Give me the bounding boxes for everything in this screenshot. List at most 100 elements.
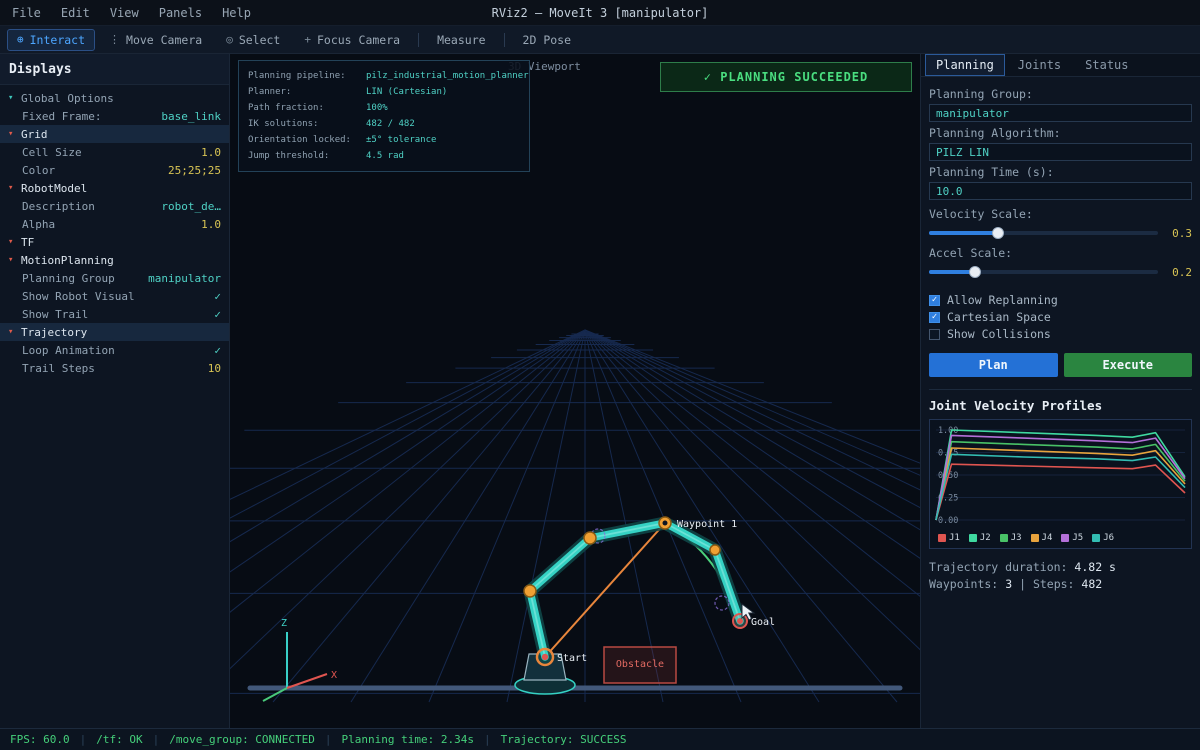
slider-value: 0.3 xyxy=(1172,226,1192,240)
rviz-window: RViz2 — MoveIt 3 [manipulator] File Edit V… xyxy=(0,0,1200,750)
move-camera-icon: ⋮ xyxy=(109,33,121,46)
menu-view[interactable]: View xyxy=(110,6,139,20)
slider-handle[interactable] xyxy=(991,227,1004,239)
checkbox-allow-replanning[interactable]: ✓ Allow Replanning xyxy=(929,292,1192,308)
display-row-tf[interactable]: ▾ TF xyxy=(0,233,229,251)
display-row-robotmodel[interactable]: ▾ RobotModel xyxy=(0,179,229,197)
planning-group-input[interactable] xyxy=(929,104,1192,122)
info-row: IK solutions: 482 / 482 xyxy=(248,116,520,132)
info-value: LIN (Cartesian) xyxy=(366,87,448,97)
joint-1[interactable] xyxy=(523,584,537,598)
checkbox-label: Allow Replanning xyxy=(947,293,1058,307)
menu-edit[interactable]: Edit xyxy=(61,6,90,20)
tool-measure[interactable]: Measure xyxy=(428,30,494,50)
info-row: Path fraction: 100% xyxy=(248,100,520,116)
joint-2[interactable] xyxy=(583,531,597,545)
start-marker-dot xyxy=(541,653,549,661)
display-row-trajectory[interactable]: ▾ Trajectory xyxy=(0,323,229,341)
display-label: Grid xyxy=(21,127,48,141)
legend-label: J4 xyxy=(1041,533,1053,543)
joint-3[interactable] xyxy=(709,544,721,556)
accel-scale-slider[interactable]: 0.2 xyxy=(929,265,1192,279)
display-row-cell-size[interactable]: Cell Size 1.0 xyxy=(0,143,229,161)
display-label: Color xyxy=(22,163,56,177)
velocity-scale-slider[interactable]: 0.3 xyxy=(929,226,1192,240)
info-value: 100% xyxy=(366,103,388,113)
display-row-show-robot-visual[interactable]: Show Robot Visual ✓ xyxy=(0,287,229,305)
menu-file[interactable]: File xyxy=(12,6,41,20)
legend-swatch xyxy=(938,534,946,542)
robot-arm[interactable] xyxy=(526,519,744,661)
info-row: Orientation locked: ±5° tolerance xyxy=(248,132,520,148)
info-label: Planner: xyxy=(248,87,292,97)
checkbox-label: Cartesian Space xyxy=(947,310,1051,324)
chart-title: Joint Velocity Profiles xyxy=(929,398,1103,413)
info-label: Path fraction: xyxy=(248,103,324,113)
display-row-grid[interactable]: ▾ Grid xyxy=(0,125,229,143)
display-row-description[interactable]: Description robot_de… xyxy=(0,197,229,215)
status-bar: FPS: 60.0 | /tf: OK | /move_group: CONNECTED… xyxy=(0,728,1200,750)
tab-planning[interactable]: Planning xyxy=(925,54,1005,76)
display-label: Planning Group xyxy=(22,271,115,285)
tool-label: Move Camera xyxy=(126,32,203,47)
display-row-color[interactable]: Color 25;25;25 xyxy=(0,161,229,179)
tool-2d-pose[interactable]: 2D Pose xyxy=(514,30,580,50)
checkbox-cartesian-space[interactable]: ✓ Cartesian Space xyxy=(929,309,1192,325)
display-row-planning-group[interactable]: Planning Group manipulator xyxy=(0,269,229,287)
expand-arrow[interactable]: ▾ xyxy=(8,237,21,247)
display-row-fixed-frame[interactable]: Fixed Frame: base_link xyxy=(0,107,229,125)
planning-succeeded-banner: ✓ PLANNING SUCCEEDED xyxy=(660,62,912,92)
planning-algorithm-input[interactable] xyxy=(929,143,1192,161)
checkbox-box[interactable]: ✓ xyxy=(929,311,940,323)
checkboxes: ✓ Allow Replanning ✓ Cartesian Space Show Co… xyxy=(929,291,1192,343)
expand-arrow[interactable]: ▾ xyxy=(8,327,21,337)
display-row-trail-steps[interactable]: Trail Steps 10 xyxy=(0,359,229,377)
tool-label: 2D Pose xyxy=(522,32,572,47)
expand-arrow[interactable]: ▾ xyxy=(8,183,21,193)
goal-marker-dot xyxy=(737,618,743,624)
display-value: 1.0 xyxy=(201,145,221,159)
plan-button[interactable]: Plan xyxy=(929,353,1058,377)
display-row-motionplanning[interactable]: ▾ MotionPlanning xyxy=(0,251,229,269)
slider-track[interactable] xyxy=(929,227,1158,239)
legend-label: J3 xyxy=(1010,533,1022,543)
expand-arrow[interactable]: ▾ xyxy=(8,129,21,139)
series-j3 xyxy=(935,440,1186,521)
info-row: Planning pipeline: pilz_industrial_motion… xyxy=(248,68,529,84)
chart-legend: J1 J2 J3 J4 J5 J6 xyxy=(938,533,1114,543)
interact-icon: ⊕ xyxy=(17,33,24,46)
display-row-loop-animation[interactable]: Loop Animation ✓ xyxy=(0,341,229,359)
footer-line: Waypoints: 3 | Steps: 482 xyxy=(929,577,1103,591)
slider-track[interactable] xyxy=(929,266,1158,278)
checkbox-show-collisions[interactable]: Show Collisions xyxy=(929,326,1192,342)
slider-label: Accel Scale: xyxy=(929,246,1013,260)
tab-joints[interactable]: Joints xyxy=(1007,54,1072,76)
checkbox-box[interactable] xyxy=(929,328,940,340)
display-label: Alpha xyxy=(22,217,56,231)
tab-status[interactable]: Status xyxy=(1074,54,1139,76)
tool-interact[interactable]: ⊕ Interact xyxy=(6,28,96,51)
execute-button[interactable]: Execute xyxy=(1063,353,1192,377)
tool-select[interactable]: ◎ Select xyxy=(217,30,289,50)
velocity-chart-canvas: 1.000.750.500.250.00 xyxy=(935,425,1186,525)
slider-handle[interactable] xyxy=(968,266,981,278)
display-label: TF xyxy=(21,235,35,249)
legend-swatch xyxy=(968,534,977,542)
menu-panels[interactable]: Panels xyxy=(159,6,202,20)
display-row-alpha[interactable]: Alpha 1.0 xyxy=(0,215,229,233)
info-value: pilz_industrial_motion_planner xyxy=(366,71,529,81)
tool-focus-camera[interactable]: + Focus Camera xyxy=(295,30,409,50)
legend-label: J2 xyxy=(979,533,991,543)
legend-j6: J6 xyxy=(1092,533,1114,543)
display-row-global-options[interactable]: ▾ Global Options xyxy=(0,89,229,107)
expand-arrow[interactable]: ▾ xyxy=(8,93,21,103)
expand-arrow[interactable]: ▾ xyxy=(8,255,21,265)
menu-help[interactable]: Help xyxy=(222,6,251,20)
tool-move-camera[interactable]: ⋮ Move Camera xyxy=(100,30,211,50)
status-item: FPS: 60.0 xyxy=(10,733,70,746)
planning-time-s-input[interactable] xyxy=(929,182,1192,200)
checkbox-box[interactable]: ✓ xyxy=(929,294,940,306)
display-row-show-trail[interactable]: Show Trail ✓ xyxy=(0,305,229,323)
legend-j5: J5 xyxy=(1061,533,1083,543)
viewport-3d[interactable]: Z X Obstacle Waypoint 1 Start Goal 3D Vi… xyxy=(230,54,920,728)
